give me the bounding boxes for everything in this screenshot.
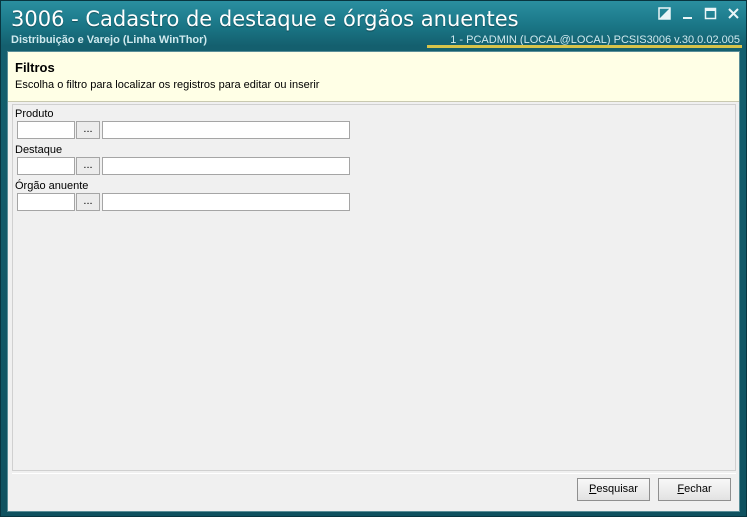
destaque-code-input[interactable]	[17, 157, 75, 175]
pesquisar-label: esquisar	[596, 483, 638, 495]
produto-code-input[interactable]	[17, 121, 75, 139]
produto-description-input[interactable]	[102, 121, 350, 139]
filter-title: Filtros	[15, 60, 55, 75]
destaque-label: Destaque	[15, 144, 63, 156]
filter-panel: Produto ... Destaque ... Órgão anuente .…	[12, 104, 736, 471]
filter-header: Filtros Escolha o filtro para localizar …	[8, 52, 739, 102]
produto-label: Produto	[15, 108, 54, 120]
filter-description: Escolha o filtro para localizar os regis…	[15, 79, 320, 91]
window-subtitle: Distribuição e Varejo (Linha WinThor)	[11, 34, 208, 46]
orgao-anuente-browse-button[interactable]: ...	[76, 193, 100, 211]
app-window: 3006 - Cadastro de destaque e órgãos anu…	[0, 0, 747, 517]
fechar-button[interactable]: Fechar	[658, 478, 731, 501]
minimize-icon[interactable]	[681, 7, 694, 20]
destaque-description-input[interactable]	[102, 157, 350, 175]
window-controls	[658, 7, 740, 20]
produto-browse-button[interactable]: ...	[76, 121, 100, 139]
client-area: Filtros Escolha o filtro para localizar …	[7, 51, 740, 512]
window-title: 3006 - Cadastro de destaque e órgãos anu…	[11, 7, 519, 31]
orgao-anuente-description-input[interactable]	[102, 193, 350, 211]
orgao-anuente-code-input[interactable]	[17, 193, 75, 211]
button-bar: Pesquisar Fechar	[12, 473, 736, 510]
orgao-anuente-label: Órgão anuente	[15, 180, 89, 192]
close-icon[interactable]	[727, 7, 740, 20]
destaque-browse-button[interactable]: ...	[76, 157, 100, 175]
session-accent-bar	[427, 45, 742, 48]
maximize-icon[interactable]	[704, 7, 717, 20]
restore-layout-icon[interactable]	[658, 7, 671, 20]
fechar-label: echar	[684, 483, 712, 495]
pesquisar-button[interactable]: Pesquisar	[577, 478, 650, 501]
